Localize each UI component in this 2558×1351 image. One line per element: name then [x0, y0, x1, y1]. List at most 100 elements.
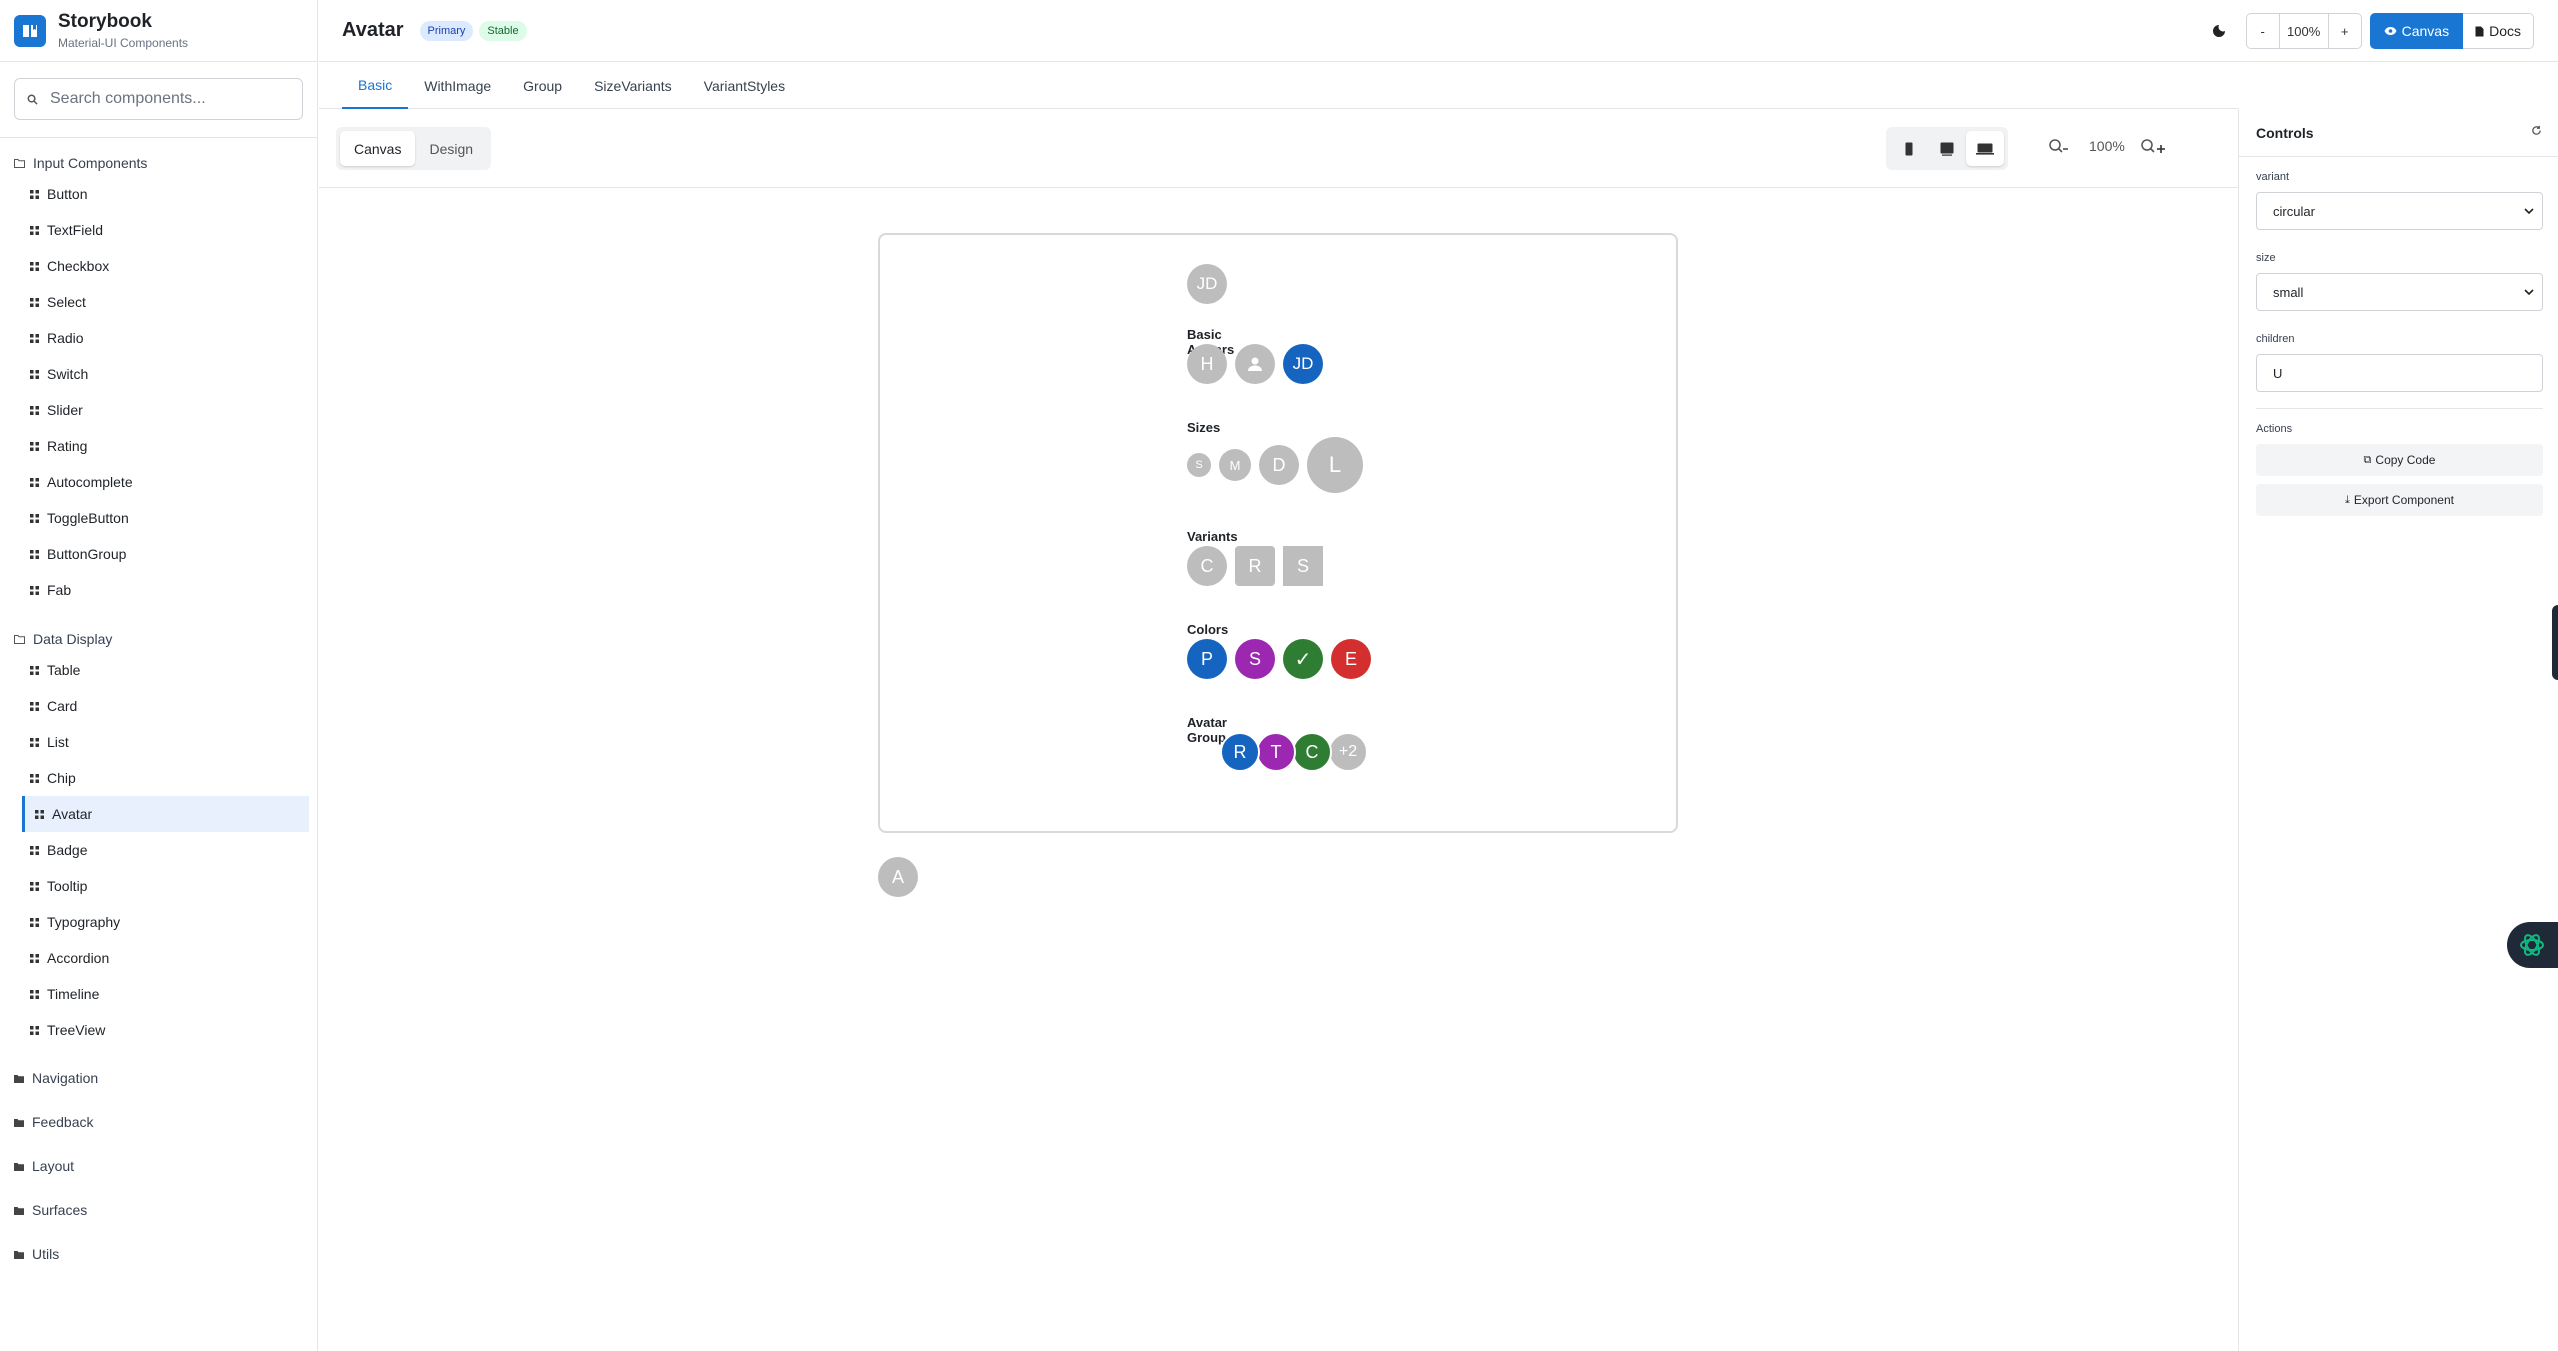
size-label: size — [2256, 252, 2276, 264]
sidebar-item-label: Switch — [47, 366, 89, 382]
category-utils[interactable]: Utils — [0, 1232, 317, 1276]
eye-icon — [2384, 27, 2397, 35]
sidebar-item-accordion[interactable]: Accordion — [0, 940, 317, 976]
sidebar-item-card[interactable]: Card — [0, 688, 317, 724]
side-drawer-handle[interactable] — [2552, 605, 2558, 680]
export-component-button[interactable]: ⤓ Export Component — [2256, 484, 2543, 516]
sidebar-item-typography[interactable]: Typography — [0, 904, 317, 940]
mode-canvas-button[interactable]: Canvas — [340, 131, 416, 166]
folder-open-icon — [14, 631, 26, 647]
brand-title: Storybook — [58, 10, 152, 32]
folder-icon — [14, 1246, 24, 1262]
sidebar-item-timeline[interactable]: Timeline — [0, 976, 317, 1012]
page-title: Avatar — [342, 19, 404, 41]
docs-view-label: Docs — [2489, 23, 2521, 39]
grid-icon — [30, 510, 39, 526]
avatar-large: L — [1307, 437, 1363, 493]
tab-withimage[interactable]: WithImage — [408, 63, 507, 109]
variant-select[interactable]: circular — [2256, 192, 2543, 230]
grid-icon — [30, 1022, 39, 1038]
sidebar-item-rating[interactable]: Rating — [0, 428, 317, 464]
zoom-out-icon[interactable] — [2039, 138, 2079, 154]
grid-icon — [30, 258, 39, 274]
sidebar-item-radio[interactable]: Radio — [0, 320, 317, 356]
tab-basic[interactable]: Basic — [342, 63, 409, 109]
sidebar-item-label: Rating — [47, 438, 88, 454]
grid-icon — [30, 770, 39, 786]
zoom-in-button[interactable]: + — [2329, 14, 2361, 48]
tab-variantstyles[interactable]: VariantStyles — [688, 63, 801, 109]
sidebar-item-autocomplete[interactable]: Autocomplete — [0, 464, 317, 500]
chevron-down-icon — [2524, 288, 2534, 295]
children-input[interactable]: U — [2256, 354, 2543, 392]
sidebar-item-label: Checkbox — [47, 258, 110, 274]
category-data-display[interactable]: Data Display — [0, 626, 317, 652]
search-input[interactable] — [50, 90, 280, 108]
sidebar-item-list[interactable]: List — [0, 724, 317, 760]
actions-label: Actions — [2256, 423, 2293, 435]
sidebar-item-buttongroup[interactable]: ButtonGroup — [0, 536, 317, 572]
sidebar-item-switch[interactable]: Switch — [0, 356, 317, 392]
tab-group[interactable]: Group — [507, 63, 578, 109]
category-navigation[interactable]: Navigation — [0, 1056, 317, 1100]
sidebar-item-slider[interactable]: Slider — [0, 392, 317, 428]
avatar-secondary: S — [1235, 639, 1275, 679]
sidebar-item-togglebutton[interactable]: ToggleButton — [0, 500, 317, 536]
category-layout[interactable]: Layout — [0, 1144, 317, 1188]
sidebar: Storybook Material-UI Components Input C… — [0, 0, 318, 1351]
folder-icon — [14, 1158, 24, 1174]
sidebar-item-label: Card — [47, 698, 78, 714]
canvas-view-button[interactable]: Canvas — [2369, 13, 2464, 49]
sidebar-item-badge[interactable]: Badge — [0, 832, 317, 868]
category-label: Navigation — [32, 1070, 99, 1086]
avatar-error: E — [1331, 639, 1371, 679]
zoom-level: 100% — [2278, 14, 2329, 48]
category-label: Data Display — [33, 631, 113, 647]
tab-sizevariants[interactable]: SizeVariants — [578, 63, 688, 109]
category-feedback[interactable]: Feedback — [0, 1100, 317, 1144]
mobile-icon[interactable] — [1890, 131, 1928, 166]
children-label: children — [2256, 333, 2295, 345]
avatar-success-check-icon: ✓ — [1283, 639, 1323, 679]
sidebar-item-label: List — [47, 734, 69, 750]
zoom-control: - 100% + — [2245, 13, 2362, 49]
sidebar-item-tooltip[interactable]: Tooltip — [0, 868, 317, 904]
avatar-rounded: R — [1235, 546, 1275, 586]
avatar-square: S — [1283, 546, 1323, 586]
grid-icon — [30, 582, 39, 598]
zoom-out-button[interactable]: - — [2247, 14, 2279, 48]
sidebar-item-label: Slider — [47, 402, 83, 418]
sidebar-item-label: Select — [47, 294, 86, 310]
person-icon — [1235, 344, 1275, 384]
theme-toggle-button[interactable] — [2204, 16, 2234, 46]
reset-icon[interactable] — [2531, 124, 2542, 139]
sidebar-item-avatar[interactable]: Avatar — [22, 796, 309, 832]
avatar-default: D — [1259, 445, 1299, 485]
search-box[interactable] — [14, 78, 303, 120]
sidebar-item-treeview[interactable]: TreeView — [0, 1012, 317, 1048]
tablet-icon[interactable] — [1928, 131, 1966, 166]
docs-view-button[interactable]: Docs — [2463, 13, 2534, 49]
sidebar-item-button[interactable]: Button — [0, 176, 317, 212]
category-input-components[interactable]: Input Components — [0, 150, 317, 176]
ai-assistant-button[interactable] — [2507, 922, 2558, 968]
copy-icon: ⧉ — [2363, 453, 2372, 466]
grid-icon — [30, 986, 39, 1002]
category-label: Layout — [32, 1158, 75, 1174]
sidebar-item-fab[interactable]: Fab — [0, 572, 317, 608]
sidebar-item-checkbox[interactable]: Checkbox — [0, 248, 317, 284]
sidebar-item-chip[interactable]: Chip — [0, 760, 317, 796]
size-select[interactable]: small — [2256, 273, 2543, 311]
sidebar-item-select[interactable]: Select — [0, 284, 317, 320]
copy-code-button[interactable]: ⧉ Copy Code — [2256, 444, 2543, 476]
sidebar-item-textfield[interactable]: TextField — [0, 212, 317, 248]
desktop-icon[interactable] — [1966, 131, 2004, 166]
grid-icon — [30, 222, 39, 238]
document-icon — [2475, 26, 2484, 36]
canvas-view-label: Canvas — [2401, 23, 2450, 39]
mode-design-button[interactable]: Design — [415, 131, 487, 166]
category-surfaces[interactable]: Surfaces — [0, 1188, 317, 1232]
zoom-in-icon[interactable] — [2135, 138, 2175, 154]
sidebar-item-table[interactable]: Table — [0, 652, 317, 688]
copy-code-label: Copy Code — [2375, 453, 2436, 467]
